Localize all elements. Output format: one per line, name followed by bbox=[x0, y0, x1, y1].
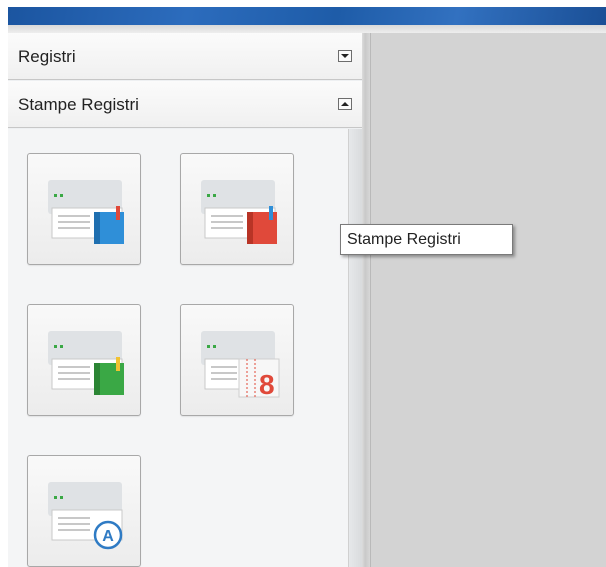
print-register-a-icon: A bbox=[48, 482, 123, 550]
panel-scrollbar[interactable] bbox=[348, 129, 363, 567]
accordion-header-stampe-registri[interactable]: Stampe Registri bbox=[8, 81, 362, 128]
accordion-label-registri: Registri bbox=[18, 47, 76, 66]
accordion-label-stampe-registri: Stampe Registri bbox=[18, 95, 139, 114]
titlebar-shadow bbox=[8, 25, 606, 33]
print-register-number-icon: 8 bbox=[201, 331, 280, 400]
print-register-red-icon bbox=[201, 180, 277, 244]
accordion-header-registri[interactable]: Registri bbox=[8, 33, 362, 80]
print-register-red-button[interactable] bbox=[180, 153, 294, 265]
workspace-area bbox=[371, 33, 606, 567]
print-register-a-button[interactable]: A bbox=[27, 455, 141, 567]
print-register-green-icon bbox=[48, 331, 124, 395]
expand-toggle-icon[interactable] bbox=[338, 50, 352, 62]
window-titlebar bbox=[8, 7, 606, 25]
print-register-blue-button[interactable] bbox=[27, 153, 141, 265]
print-register-blue-icon bbox=[48, 180, 124, 244]
panel-splitter[interactable] bbox=[362, 33, 371, 567]
print-register-number-button[interactable]: 8 bbox=[180, 304, 294, 416]
letter-glyph: A bbox=[102, 528, 114, 545]
collapse-toggle-icon[interactable] bbox=[338, 98, 352, 110]
stampe-registri-body: 8 A bbox=[8, 129, 362, 567]
left-panel: Registri Stampe Registri 8 A bbox=[8, 33, 363, 567]
number-glyph: 8 bbox=[259, 369, 275, 400]
print-register-green-button[interactable] bbox=[27, 304, 141, 416]
tooltip: Stampe Registri bbox=[340, 224, 513, 255]
